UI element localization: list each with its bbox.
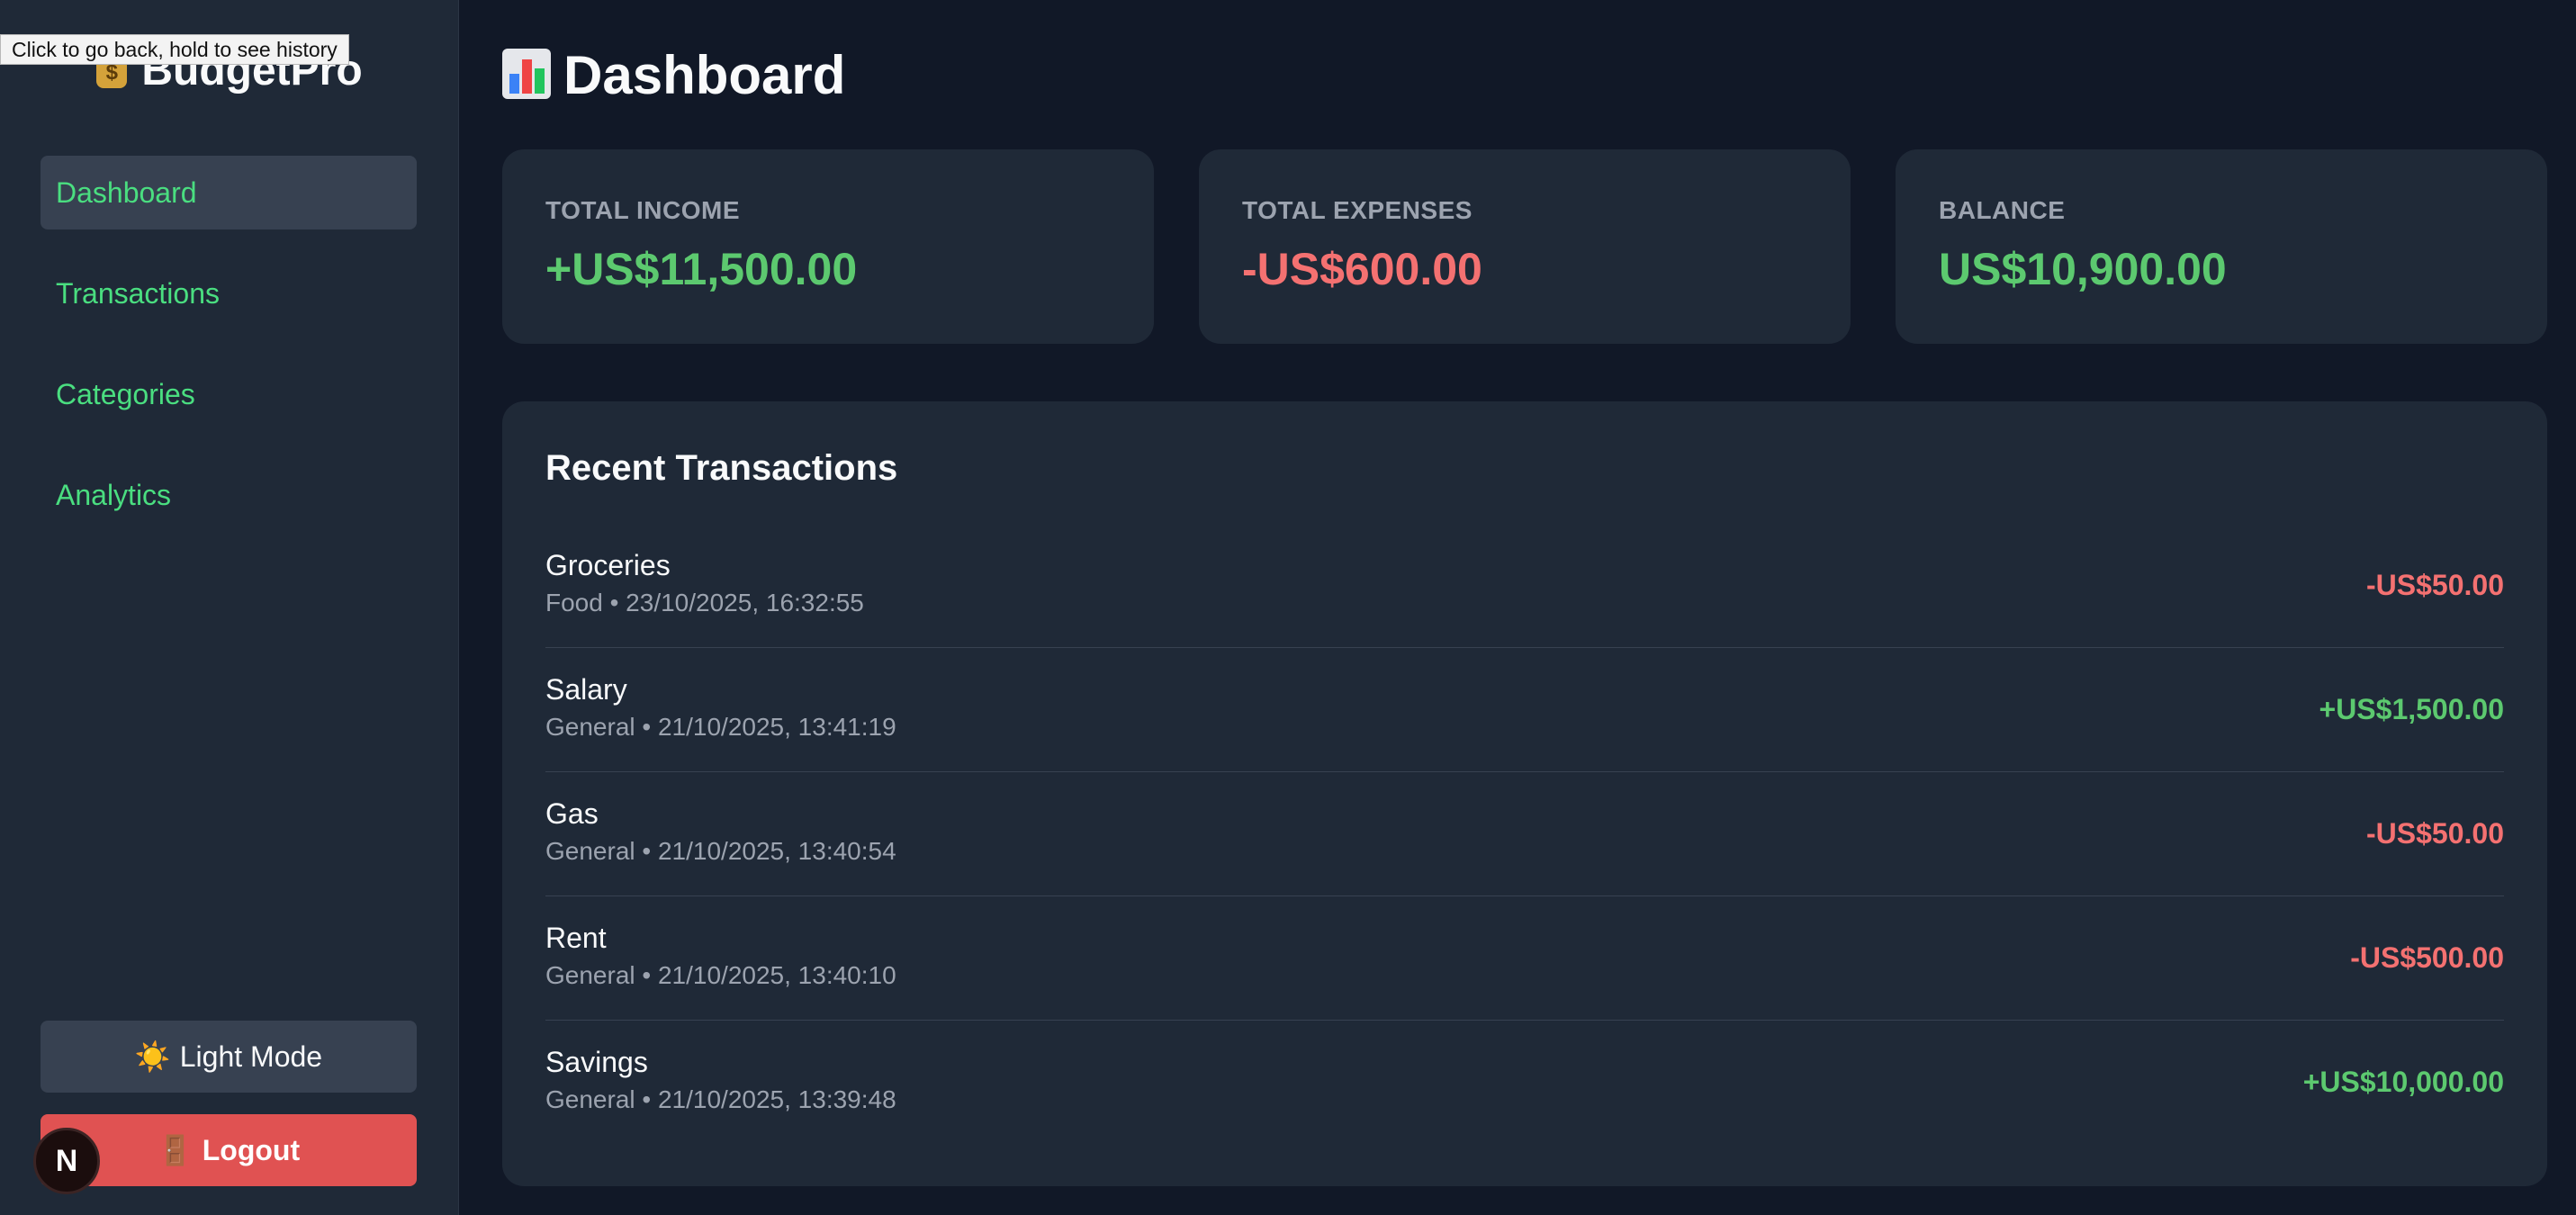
transaction-meta: Food • 23/10/2025, 16:32:55 — [545, 589, 864, 616]
balance-label: BALANCE — [1939, 196, 2066, 224]
table-row[interactable]: Rent General • 21/10/2025, 13:40:10 -US$… — [545, 896, 2504, 1021]
sidebar-nav: Dashboard Transactions Categories Analyt… — [41, 156, 417, 559]
transaction-meta: General • 21/10/2025, 13:39:48 — [545, 1085, 896, 1113]
page-title: Dashboard — [502, 40, 845, 112]
total-expenses-label: TOTAL EXPENSES — [1242, 196, 1473, 224]
transaction-meta: General • 21/10/2025, 13:40:54 — [545, 837, 896, 865]
transaction-amount: -US$50.00 — [2366, 569, 2504, 601]
sidebar-item-dashboard[interactable]: Dashboard — [41, 156, 417, 230]
back-button-tooltip: Click to go back, hold to see history — [0, 34, 349, 65]
bar-chart-icon — [502, 49, 551, 99]
total-income-card: TOTAL INCOME +US$11,500.00 — [502, 149, 1154, 344]
sidebar-item-categories[interactable]: Categories — [41, 357, 417, 431]
total-expenses-card: TOTAL EXPENSES -US$600.00 — [1199, 149, 1851, 344]
transaction-name: Rent — [545, 922, 607, 954]
transaction-amount: -US$50.00 — [2366, 817, 2504, 850]
total-expenses-value: -US$600.00 — [1242, 244, 1482, 294]
door-icon: 🚪 — [157, 1134, 194, 1166]
logout-label: Logout — [202, 1134, 301, 1166]
transaction-name: Savings — [545, 1046, 648, 1078]
transaction-name: Groceries — [545, 549, 671, 581]
light-mode-label: Light Mode — [179, 1040, 323, 1073]
transaction-name: Gas — [545, 797, 599, 830]
transaction-amount: -US$500.00 — [2350, 941, 2504, 974]
transaction-name: Salary — [545, 673, 627, 706]
light-mode-button[interactable]: ☀️ Light Mode — [41, 1021, 417, 1093]
recent-transactions-title: Recent Transactions — [545, 448, 898, 488]
table-row[interactable]: Groceries Food • 23/10/2025, 16:32:55 -U… — [545, 524, 2504, 648]
table-row[interactable]: Savings General • 21/10/2025, 13:39:48 +… — [545, 1021, 2504, 1145]
sidebar: Click to go back, hold to see history $ B… — [0, 0, 459, 1215]
dev-tools-badge[interactable]: N — [33, 1128, 100, 1194]
transaction-meta: General • 21/10/2025, 13:40:10 — [545, 961, 896, 989]
balance-value: US$10,900.00 — [1939, 244, 2227, 294]
transaction-list: Groceries Food • 23/10/2025, 16:32:55 -U… — [545, 524, 2504, 1145]
total-income-value: +US$11,500.00 — [545, 244, 858, 294]
transaction-meta: General • 21/10/2025, 13:41:19 — [545, 713, 896, 741]
balance-card: BALANCE US$10,900.00 — [1896, 149, 2547, 344]
table-row[interactable]: Gas General • 21/10/2025, 13:40:54 -US$5… — [545, 772, 2504, 896]
transaction-amount: +US$10,000.00 — [2302, 1066, 2504, 1098]
transaction-amount: +US$1,500.00 — [2319, 693, 2505, 725]
page-title-text: Dashboard — [563, 45, 846, 105]
sun-icon: ☀️ — [134, 1040, 171, 1073]
total-income-label: TOTAL INCOME — [545, 196, 740, 224]
sidebar-item-analytics[interactable]: Analytics — [41, 458, 417, 532]
table-row[interactable]: Salary General • 21/10/2025, 13:41:19 +U… — [545, 648, 2504, 772]
sidebar-item-transactions[interactable]: Transactions — [41, 256, 417, 330]
